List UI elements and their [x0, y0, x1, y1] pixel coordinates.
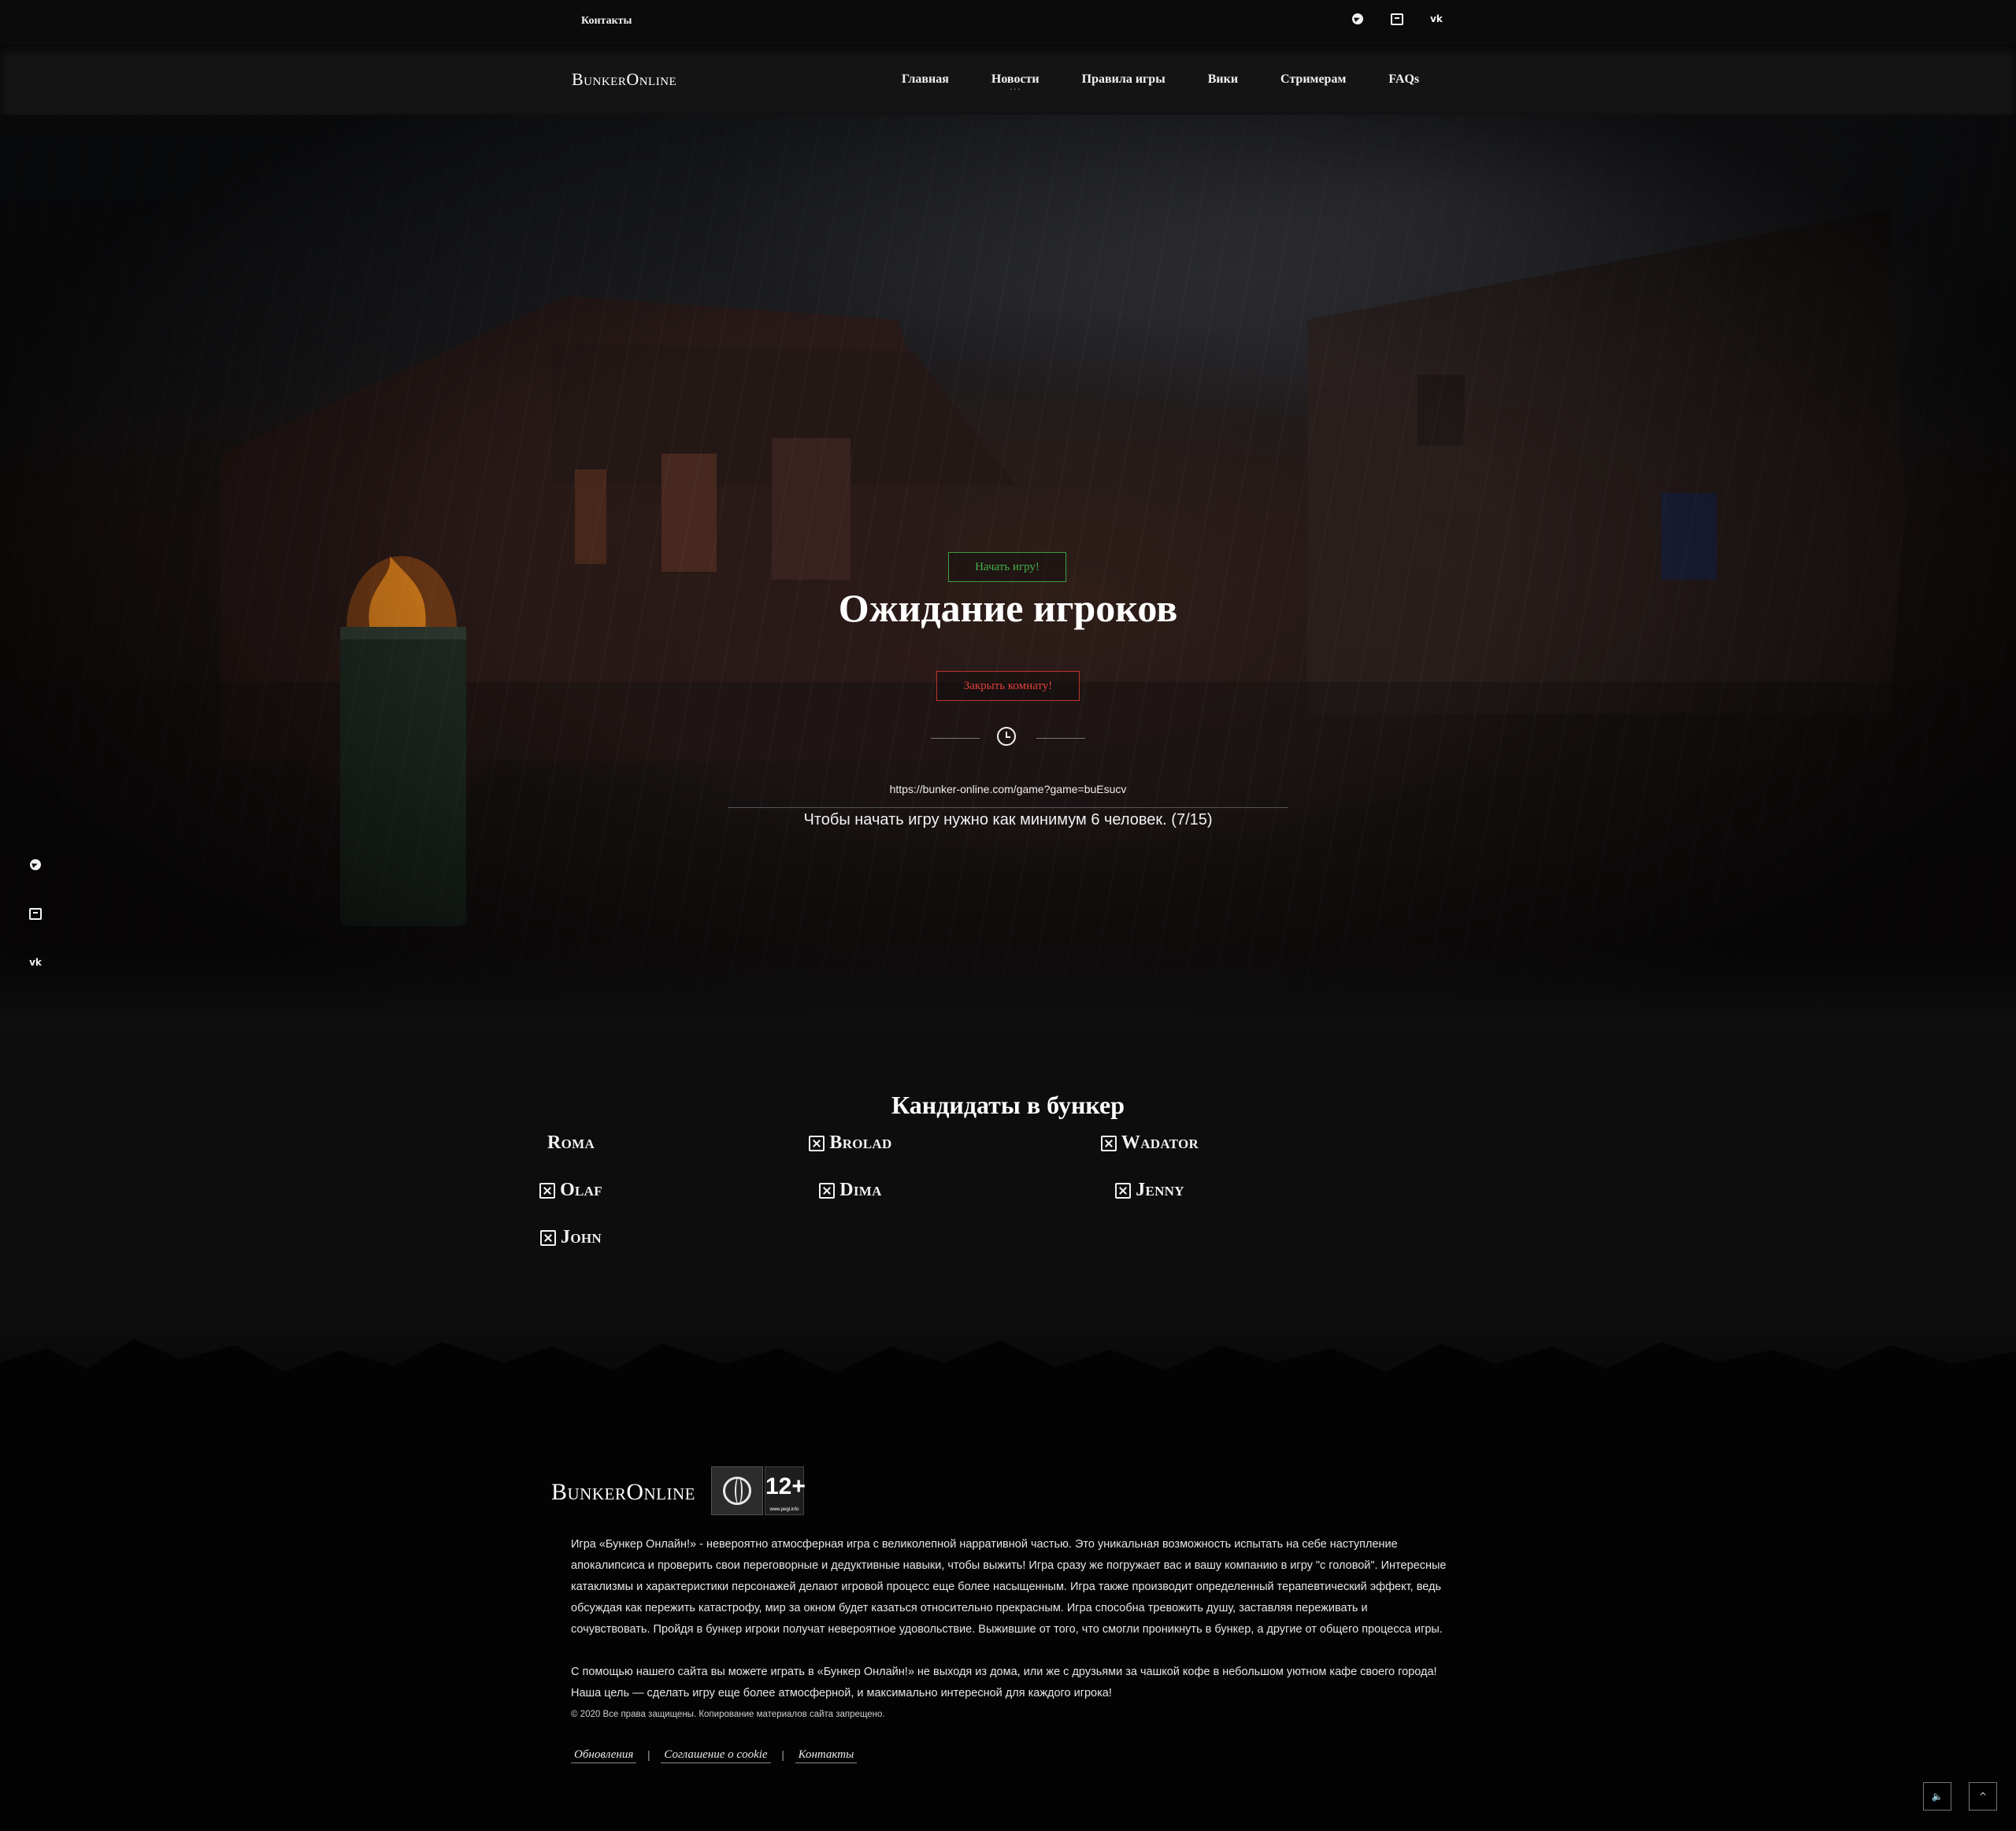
- footer-link-contacts[interactable]: Контакты: [795, 1748, 858, 1763]
- main-nav: Главная Новости Правила игры Вики Стриме…: [902, 72, 1462, 87]
- kick-player-icon[interactable]: [1100, 1135, 1117, 1151]
- site-footer: BunkerOnline 12+ www.pegi.info Игра «Бун…: [0, 1402, 2016, 1831]
- candidate-name: Roma: [547, 1132, 595, 1153]
- about-paragraph: С помощью нашего сайта вы можете играть …: [571, 1666, 1437, 1699]
- pegi-site: www.pegi.info: [769, 1507, 799, 1512]
- candidate-item: Jenny: [992, 1180, 1307, 1201]
- topbar-socials: vk: [1350, 11, 1444, 27]
- candidate-name: Wadator: [1121, 1132, 1199, 1153]
- kick-player-icon[interactable]: [819, 1182, 836, 1199]
- age-rating-value: 12+: [765, 1473, 806, 1499]
- start-game-button[interactable]: Начать игру!: [948, 552, 1066, 582]
- candidate-item: Wadator: [992, 1132, 1307, 1154]
- close-room-button[interactable]: Закрыть комнату!: [936, 671, 1080, 701]
- vk-icon[interactable]: vk: [1429, 11, 1444, 27]
- candidate-name: Olaf: [560, 1180, 602, 1200]
- copyright: © 2020 Все права защищены. Копирование м…: [571, 1710, 885, 1719]
- nav-item-home[interactable]: Главная: [902, 72, 949, 87]
- candidate-item: Roma: [413, 1132, 728, 1154]
- pegi-online-badge: [711, 1466, 763, 1515]
- clock-divider: [929, 726, 1087, 750]
- min-players-hint: Чтобы начать игру нужно как минимум 6 че…: [803, 811, 1213, 828]
- candidate-name: Brolad: [829, 1132, 892, 1153]
- nav-item-news[interactable]: Новости: [991, 72, 1040, 87]
- candidate-item: Dima: [693, 1180, 1008, 1201]
- telegram-icon[interactable]: [1350, 11, 1366, 27]
- divider-line-right: [1036, 738, 1085, 739]
- link-separator: |: [781, 1749, 784, 1762]
- globe-icon: [723, 1477, 751, 1505]
- divider-line-left: [931, 738, 980, 739]
- main-navbar: BunkerOnline Главная Новости Правила игр…: [0, 44, 2016, 115]
- clock-icon: [997, 727, 1016, 746]
- candidates-title: Кандидаты в бункер: [891, 1091, 1125, 1119]
- site-logo[interactable]: BunkerOnline: [572, 69, 676, 90]
- speaker-icon: 🔈: [1931, 1791, 1944, 1802]
- nav-item-streamers[interactable]: Стримерам: [1280, 72, 1346, 87]
- top-bar: Контакты vk: [0, 0, 2016, 44]
- discord-icon[interactable]: [28, 906, 43, 921]
- hero-bottom-fade: [0, 944, 2016, 1031]
- side-socials: vk: [28, 857, 43, 970]
- nav-item-faqs[interactable]: FAQs: [1388, 72, 1419, 87]
- footer-links: Обновления | Соглашение о cookie | Конта…: [571, 1748, 858, 1763]
- kick-player-icon[interactable]: [1115, 1182, 1132, 1199]
- kick-player-icon[interactable]: [540, 1229, 557, 1246]
- grunge-edge: [0, 1339, 2016, 1418]
- topbar-contacts-link[interactable]: Контакты: [581, 15, 632, 28]
- nav-item-rules[interactable]: Правила игры: [1082, 72, 1166, 87]
- nav-item-wiki[interactable]: Вики: [1208, 72, 1238, 87]
- hero-divider: [728, 807, 1288, 808]
- telegram-icon[interactable]: [28, 857, 43, 873]
- footer-link-updates[interactable]: Обновления: [571, 1748, 637, 1763]
- age-rating-badge: 12+ www.pegi.info: [765, 1466, 806, 1515]
- kick-player-icon[interactable]: [809, 1135, 825, 1151]
- scroll-top-button[interactable]: ^: [1969, 1782, 1997, 1811]
- about-text: Игра «Бункер Онлайн!» - невероятно атмос…: [571, 1534, 1447, 1704]
- game-invite-url[interactable]: https://bunker-online.com/game?game=buEs…: [0, 783, 2016, 795]
- candidate-name: Dima: [839, 1180, 882, 1200]
- grunge-transition: [0, 1307, 2016, 1418]
- vk-icon[interactable]: vk: [28, 954, 43, 970]
- page-title: Ожидание игроков: [838, 586, 1178, 630]
- candidate-item: Olaf: [413, 1180, 728, 1201]
- candidate-item: John: [413, 1227, 728, 1248]
- hero-section: Начать игру! Ожидание игроков Закрыть ко…: [0, 115, 2016, 1031]
- chevron-up-icon: ^: [1978, 1791, 1988, 1802]
- footer-link-cookie[interactable]: Соглашение о cookie: [661, 1748, 771, 1763]
- discord-icon[interactable]: [1389, 11, 1405, 27]
- candidate-name: John: [561, 1227, 602, 1247]
- kick-player-icon[interactable]: [539, 1182, 556, 1199]
- link-separator: |: [647, 1749, 650, 1762]
- candidate-item: Brolad: [693, 1132, 1008, 1154]
- candidate-name: Jenny: [1136, 1180, 1184, 1200]
- sound-toggle-button[interactable]: 🔈: [1923, 1782, 1951, 1811]
- footer-logo[interactable]: BunkerOnline: [551, 1479, 695, 1506]
- about-paragraph: Игра «Бункер Онлайн!» - невероятно атмос…: [571, 1538, 1447, 1636]
